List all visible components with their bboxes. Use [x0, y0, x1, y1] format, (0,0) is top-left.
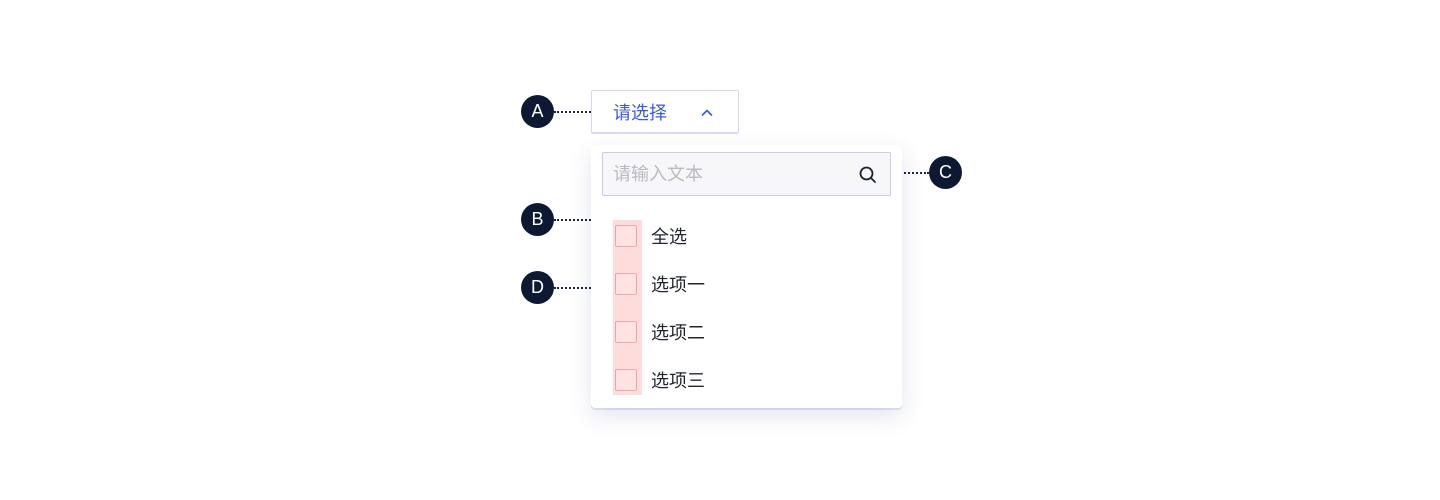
select-trigger[interactable]: 请选择: [591, 90, 739, 134]
annotation-badge-d: D: [521, 271, 554, 304]
option-item-2[interactable]: 选项二: [613, 316, 873, 348]
annotation-leader-a: [554, 111, 591, 113]
annotation-badge-b: B: [521, 203, 554, 236]
checkbox-option-1[interactable]: [615, 273, 637, 295]
dropdown-panel: 全选 选项一 选项二 选项三: [591, 145, 902, 408]
select-placeholder-label: 请选择: [613, 102, 667, 124]
option-label: 选项三: [651, 371, 705, 392]
annotation-leader-b: [554, 219, 591, 221]
checkbox-select-all[interactable]: [615, 225, 637, 247]
component-spec-canvas: A B C D 请选择 全选 选项一: [0, 0, 1440, 500]
checkbox-option-3[interactable]: [615, 369, 637, 391]
search-box: [602, 152, 891, 196]
search-input[interactable]: [603, 153, 853, 195]
checkbox-option-2[interactable]: [615, 321, 637, 343]
annotation-badge-a: A: [521, 95, 554, 128]
option-label: 选项一: [651, 275, 705, 296]
search-icon[interactable]: [858, 165, 878, 185]
chevron-up-icon: [701, 109, 713, 116]
option-label: 全选: [651, 227, 687, 248]
annotation-badge-c: C: [929, 156, 962, 189]
option-label: 选项二: [651, 323, 705, 344]
option-select-all[interactable]: 全选: [613, 220, 873, 252]
option-item-1[interactable]: 选项一: [613, 268, 873, 300]
option-item-3[interactable]: 选项三: [613, 364, 873, 396]
